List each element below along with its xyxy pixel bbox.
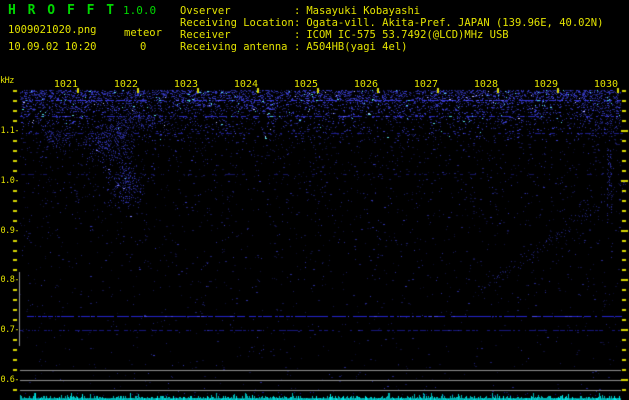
app-version: 1.0.0 [123, 4, 157, 17]
freq-tick-label: 1.0- [0, 176, 20, 186]
freq-tick-label: 0.9- [0, 226, 20, 236]
freq-value: 0.7 [0, 325, 15, 335]
info-value: Masayuki Kobayashi [306, 5, 421, 17]
info-row-receiver: Receiver: ICOM IC-575 53.7492(@LCD)MHz US… [180, 29, 603, 41]
app-title: H R O F F T [8, 3, 117, 18]
time-tick-label: 1028 [473, 79, 498, 90]
info-value: ICOM IC-575 53.7492(@LCD)MHz USB [306, 29, 509, 41]
freq-value: 1.0 [0, 176, 15, 186]
freq-axis-unit: kHz [0, 76, 14, 86]
info-row-location: Receiving Location: Ogata-vill. Akita-Pre… [180, 17, 603, 29]
time-tick-label: 1029 [533, 79, 558, 90]
time-tick-label: 1026 [353, 79, 378, 90]
output-filename: 1009021020.png [8, 24, 97, 36]
freq-value: 0.8 [0, 275, 15, 285]
spectrogram-canvas [0, 0, 629, 400]
time-tick-label: 1022 [113, 79, 138, 90]
info-label: Receiver [180, 29, 231, 41]
freq-tick-label: 0.7- [0, 325, 20, 335]
time-tick-label: 1023 [173, 79, 198, 90]
hrofft-app: H R O F F T 1.0.0 1009021020.png meteor … [0, 0, 629, 400]
major-tick-glyph: - [14, 375, 19, 385]
info-label: Receiving antenna [180, 41, 288, 53]
major-tick-glyph: - [14, 176, 19, 186]
major-tick-glyph: - [14, 226, 19, 236]
freq-value: 0.6 [0, 375, 15, 385]
observer-info-block: Ovserver: Masayuki Kobayashi Receiving Lo… [180, 5, 603, 53]
time-tick-label: 1030 [593, 79, 618, 90]
info-colon: : [294, 5, 301, 17]
info-row-observer: Ovserver: Masayuki Kobayashi [180, 5, 603, 17]
info-label: Receiving Location [180, 17, 294, 29]
time-tick-label: 1025 [293, 79, 318, 90]
freq-tick-label: 0.8- [0, 275, 20, 285]
info-value: Ogata-vill. Akita-Pref. JAPAN (139.96E, … [306, 17, 604, 29]
info-colon: : [294, 29, 301, 41]
major-tick-glyph: - [14, 325, 19, 335]
datetime-label: 10.09.02 10:20 [8, 41, 97, 53]
meteor-count: 0 [140, 41, 147, 53]
major-tick-glyph: - [14, 126, 19, 136]
info-colon: : [294, 41, 301, 53]
time-tick-label: 1027 [413, 79, 438, 90]
info-label: Ovserver [180, 5, 231, 17]
info-colon: : [294, 17, 301, 29]
info-row-antenna: Receiving antenna: A504HB(yagi 4el) [180, 41, 603, 53]
major-tick-glyph: - [14, 275, 19, 285]
freq-tick-label: 1.1- [0, 126, 20, 136]
freq-value: 0.9 [0, 226, 15, 236]
time-tick-label: 1024 [233, 79, 258, 90]
mode-label: meteor [124, 27, 162, 39]
freq-tick-label: 0.6- [0, 375, 20, 385]
freq-value: 1.1 [0, 126, 15, 136]
info-value: A504HB(yagi 4el) [306, 41, 408, 53]
time-tick-label: 1021 [53, 79, 78, 90]
